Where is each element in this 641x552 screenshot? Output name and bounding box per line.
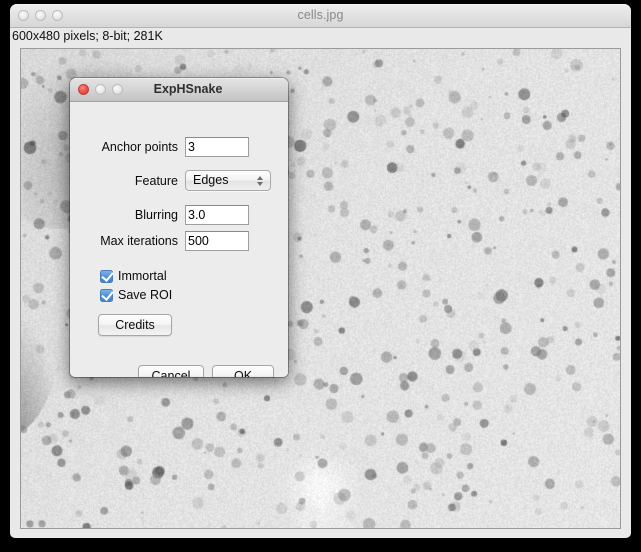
immortal-checkbox-row[interactable]: Immortal (100, 268, 167, 283)
cancel-button[interactable]: Cancel (138, 365, 204, 377)
window-title: cells.jpg (297, 8, 344, 22)
feature-selected-value: Edges (193, 173, 229, 187)
save-roi-checkbox-row[interactable]: Save ROI (100, 287, 173, 302)
feature-select[interactable]: Edges (185, 170, 271, 191)
dialog-title: ExpHSnake (153, 82, 223, 96)
anchor-points-row: Anchor points (78, 136, 249, 157)
save-roi-checkbox[interactable] (100, 287, 114, 302)
dialog-body: Anchor points Feature Edges Blurring (70, 102, 288, 377)
anchor-points-label: Anchor points (101, 139, 178, 154)
image-status-bar: 600x480 pixels; 8-bit; 281K (10, 28, 631, 47)
max-iterations-input[interactable] (185, 230, 249, 251)
image-window-titlebar[interactable]: cells.jpg (10, 4, 631, 28)
max-iterations-label: Max iterations (100, 233, 178, 248)
feature-label: Feature (134, 173, 178, 188)
desktop-background: cells.jpg 600x480 pixels; 8-bit; 281K Ex… (0, 0, 641, 552)
immortal-label: Immortal (118, 269, 167, 283)
image-window: cells.jpg 600x480 pixels; 8-bit; 281K Ex… (10, 4, 631, 538)
dialog-titlebar[interactable]: ExpHSnake (70, 78, 288, 102)
save-roi-label: Save ROI (118, 288, 173, 302)
feature-row: Feature Edges (78, 170, 271, 191)
max-iterations-row: Max iterations (78, 230, 249, 251)
immortal-checkbox[interactable] (100, 268, 114, 283)
credits-button[interactable]: Credits (98, 314, 172, 336)
exphsnake-dialog: ExpHSnake Anchor points Feature Edges (70, 78, 288, 377)
blurring-input[interactable] (185, 204, 249, 225)
blurring-row: Blurring (78, 204, 249, 225)
anchor-points-input[interactable] (185, 136, 249, 157)
ok-button[interactable]: OK (212, 365, 274, 377)
chevron-updown-icon[interactable] (255, 173, 264, 189)
blurring-label: Blurring (134, 207, 178, 222)
